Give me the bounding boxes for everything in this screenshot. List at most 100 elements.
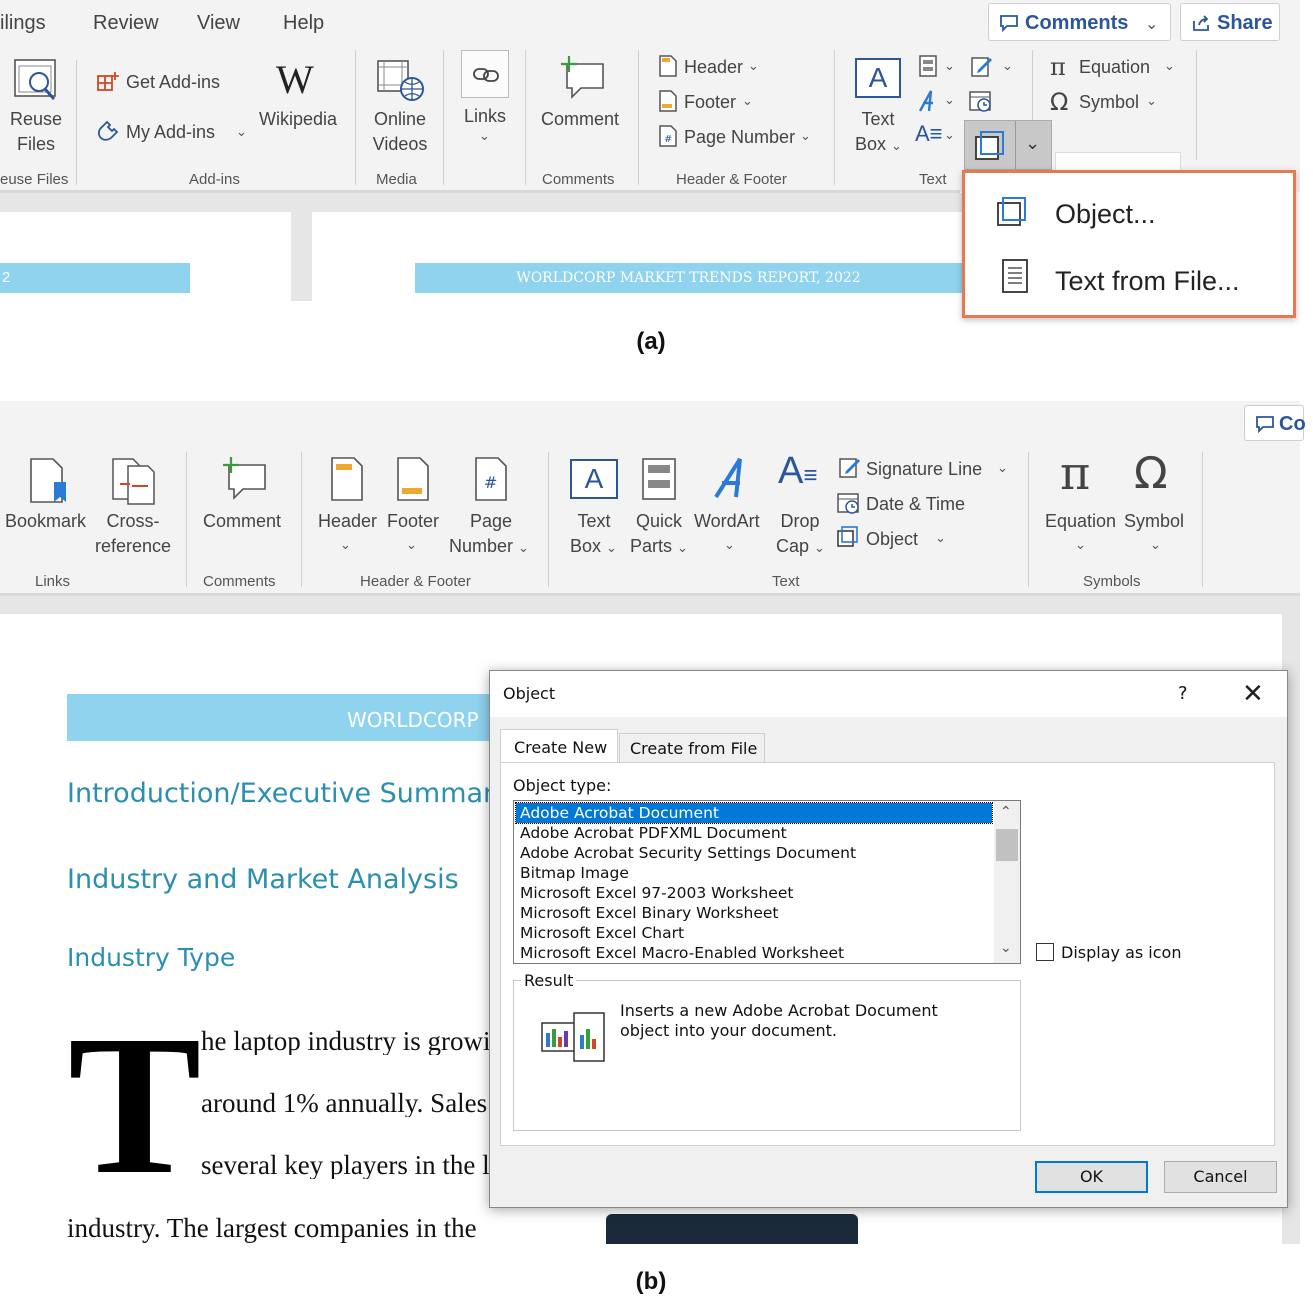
comment-icon bbox=[1000, 15, 1018, 32]
menu-item-object[interactable]: Object... bbox=[965, 181, 1293, 243]
cross-line2: reference bbox=[94, 536, 172, 556]
online-videos-button[interactable]: Online bbox=[360, 110, 440, 128]
equation-button[interactable]: Equation bbox=[1079, 58, 1150, 76]
new-comment-icon bbox=[561, 56, 604, 99]
get-addins-button[interactable]: Get Add-ins bbox=[126, 73, 220, 91]
text-box-icon: A bbox=[855, 58, 901, 98]
object-type-item[interactable]: Microsoft Excel 97-2003 Worksheet bbox=[516, 883, 992, 903]
menu-help[interactable]: Help bbox=[283, 12, 324, 35]
chevron-down-icon: ⌄ bbox=[1025, 133, 1041, 153]
quick-parts-icon[interactable] bbox=[917, 54, 939, 78]
object-type-item[interactable]: Microsoft Excel Binary Worksheet bbox=[516, 903, 992, 923]
header-button[interactable]: Header bbox=[684, 58, 743, 76]
object-type-item[interactable]: Adobe Acrobat Document bbox=[515, 802, 993, 824]
signature-line-button[interactable]: Signature Line bbox=[866, 460, 982, 478]
heading-industry-market: Industry and Market Analysis bbox=[67, 864, 459, 895]
doc-banner-text: WORLDCORP MARKET TRENDS REPORT, 2022 bbox=[516, 270, 861, 286]
online-videos-icon bbox=[377, 60, 424, 101]
page-number-button[interactable]: Page Number bbox=[684, 128, 795, 146]
comment-button[interactable]: Comment bbox=[541, 110, 619, 128]
result-line-2: object into your document. bbox=[620, 1021, 837, 1040]
group-symbols: Symbols bbox=[1083, 573, 1141, 590]
menu-item-text-from-file[interactable]: Text from File... bbox=[965, 248, 1293, 310]
chevron-down-icon: ⌄ bbox=[944, 58, 955, 73]
wordart-icon[interactable] bbox=[917, 88, 939, 114]
text-box-button[interactable]: Text bbox=[848, 110, 908, 128]
quick-line2: Parts bbox=[630, 536, 673, 556]
comments-button-partial[interactable]: Co bbox=[1244, 405, 1306, 441]
close-icon[interactable]: ✕ bbox=[1242, 679, 1264, 709]
drop-line1: Drop bbox=[780, 511, 820, 531]
separator bbox=[186, 452, 187, 587]
date-time-icon[interactable] bbox=[968, 88, 994, 114]
chevron-down-icon: ⌄ bbox=[748, 58, 759, 73]
header-icon bbox=[331, 457, 363, 501]
chevron-down-icon: ⌄ bbox=[1164, 58, 1175, 73]
menu-mailings[interactable]: ilings bbox=[0, 12, 46, 35]
symbol-button[interactable]: Symbol bbox=[1124, 512, 1184, 530]
drop-cap-button[interactable]: Drop bbox=[772, 512, 828, 530]
object-type-item[interactable]: Bitmap Image bbox=[516, 863, 992, 883]
object-type-item[interactable]: Adobe Acrobat Security Settings Document bbox=[516, 843, 992, 863]
drop-cap-icon[interactable]: A≡ bbox=[915, 121, 943, 147]
object-icon bbox=[837, 526, 858, 547]
doc-banner-left-text: 2 bbox=[2, 269, 11, 286]
group-text: Text bbox=[772, 573, 800, 590]
object-result-icon bbox=[541, 1012, 605, 1062]
wikipedia-button[interactable]: Wikipedia bbox=[259, 110, 337, 128]
result-line-1: Inserts a new Adobe Acrobat Document bbox=[620, 1001, 938, 1020]
my-addins-button[interactable]: My Add-ins bbox=[126, 123, 215, 141]
links-button[interactable] bbox=[461, 50, 509, 98]
tab-create-new[interactable]: Create New bbox=[500, 729, 618, 763]
comments-button[interactable]: Comments ⌄ bbox=[988, 3, 1171, 41]
separator bbox=[76, 60, 77, 185]
menu-review[interactable]: Review bbox=[93, 12, 159, 35]
text-box-button[interactable]: Text bbox=[564, 512, 624, 530]
equation-button[interactable]: Equation bbox=[1045, 512, 1116, 530]
bookmark-button[interactable]: Bookmark bbox=[5, 512, 86, 530]
listbox-scrollbar[interactable]: ⌃ ⌄ bbox=[994, 801, 1020, 963]
comment-button[interactable]: Comment bbox=[203, 512, 281, 530]
ok-button[interactable]: OK bbox=[1035, 1161, 1148, 1193]
symbol-button[interactable]: Symbol bbox=[1079, 93, 1139, 111]
object-type-listbox[interactable]: Adobe Acrobat Document Adobe Acrobat PDFX… bbox=[513, 800, 1021, 964]
scrollbar-thumb[interactable] bbox=[996, 829, 1018, 861]
my-addins-icon bbox=[97, 120, 119, 141]
page-number-button[interactable]: Page bbox=[455, 512, 527, 530]
heading-intro: Introduction/Executive Summary bbox=[67, 780, 491, 807]
display-as-icon-checkbox[interactable] bbox=[1036, 943, 1054, 961]
object-type-item[interactable]: Adobe Acrobat PDFXML Document bbox=[516, 823, 992, 843]
cancel-button[interactable]: Cancel bbox=[1164, 1161, 1277, 1193]
object-button[interactable]: Object bbox=[866, 530, 918, 548]
group-comments: Comments bbox=[542, 171, 615, 188]
scroll-down-icon[interactable]: ⌄ bbox=[1000, 939, 1012, 956]
cross-reference-button[interactable]: Cross- bbox=[90, 512, 176, 530]
scroll-up-icon[interactable]: ⌃ bbox=[1000, 803, 1012, 820]
dialog-help-button[interactable]: ? bbox=[1178, 685, 1188, 703]
chevron-down-icon: ⌄ bbox=[606, 540, 617, 555]
object-type-item[interactable]: Microsoft Excel Macro-Enabled Worksheet bbox=[516, 943, 992, 963]
signature-line-icon[interactable] bbox=[970, 54, 994, 78]
date-time-button[interactable]: Date & Time bbox=[866, 495, 965, 513]
object-dropdown-button[interactable]: ⌄ bbox=[964, 120, 1052, 170]
group-media: Media bbox=[376, 171, 417, 188]
footer-icon bbox=[397, 457, 429, 501]
result-label: Result bbox=[521, 973, 577, 989]
wordart-button[interactable]: WordArt bbox=[694, 512, 760, 530]
footer-button[interactable]: Footer bbox=[684, 93, 736, 111]
quick-parts-button[interactable]: Quick bbox=[628, 512, 690, 530]
reuse-files-button[interactable]: Reuse bbox=[0, 110, 72, 128]
header-button[interactable]: Header bbox=[318, 512, 377, 530]
body-line-1: he laptop industry is growi bbox=[201, 1028, 491, 1055]
caption-b: (b) bbox=[635, 1268, 667, 1295]
object-dropdown-menu: Object... Text from File... bbox=[962, 170, 1296, 318]
text-box-icon: A bbox=[570, 459, 618, 499]
quick-parts-line2: Parts ⌄ bbox=[630, 537, 688, 555]
tab-create-from-file[interactable]: Create from File bbox=[619, 733, 765, 763]
chevron-down-icon: ⌄ bbox=[800, 128, 811, 143]
object-type-item[interactable]: Microsoft Excel Chart bbox=[516, 923, 992, 943]
separator bbox=[355, 50, 356, 185]
menu-view[interactable]: View bbox=[197, 12, 240, 35]
share-button[interactable]: Share bbox=[1180, 3, 1280, 41]
footer-button[interactable]: Footer bbox=[387, 512, 439, 530]
